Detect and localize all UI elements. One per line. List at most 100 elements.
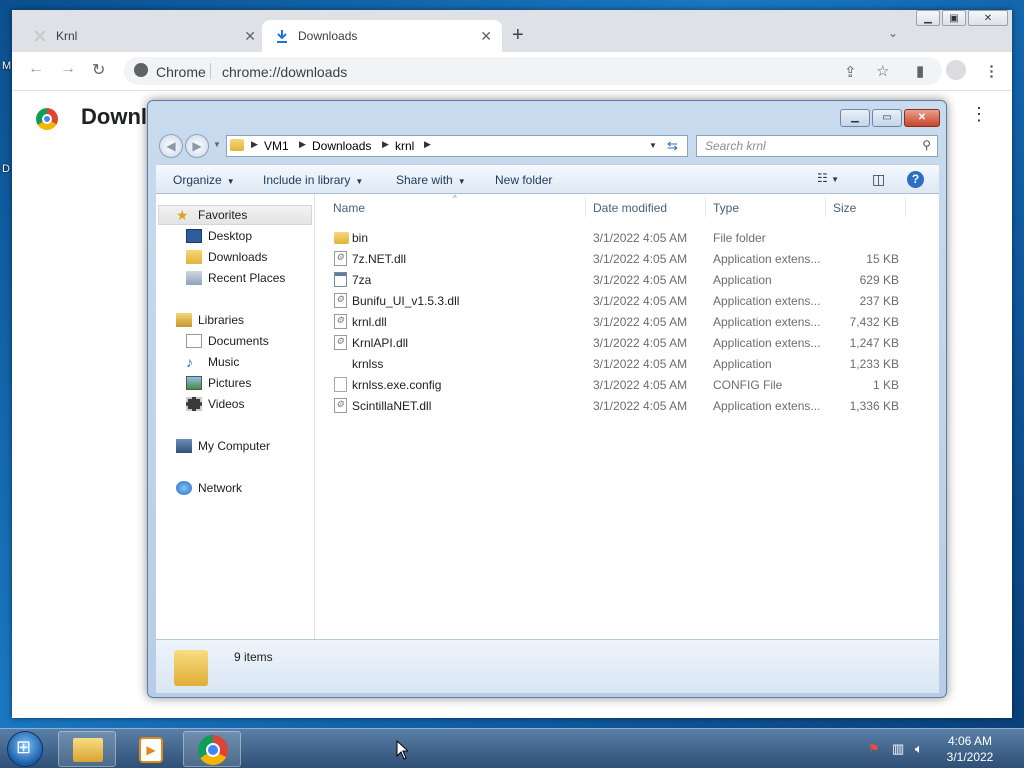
omnibox[interactable]: Chrome chrome://downloads ⇪ ☆ bbox=[124, 57, 942, 85]
back-icon[interactable]: ◀ bbox=[159, 134, 183, 158]
dll-file-icon bbox=[334, 398, 347, 413]
close-tab-icon[interactable]: ✕ bbox=[480, 28, 492, 45]
tab-search-icon[interactable]: ⌄ bbox=[888, 26, 898, 40]
file-row[interactable]: krnlss 3/1/2022 4:05 AM Application 1,23… bbox=[315, 353, 939, 374]
breadcrumb[interactable]: Downloads bbox=[312, 139, 371, 153]
new-folder-button[interactable]: New folder bbox=[495, 173, 552, 187]
file-row[interactable]: Bunifu_UI_v1.5.3.dll 3/1/2022 4:05 AM Ap… bbox=[315, 290, 939, 311]
omnibox-separator bbox=[210, 63, 211, 79]
menu-icon[interactable]: ⋮ bbox=[984, 62, 999, 80]
volume-icon[interactable]: 🔈︎ bbox=[915, 741, 923, 757]
nav-music[interactable]: ♪ Music bbox=[186, 352, 239, 372]
nav-my-computer[interactable]: My Computer bbox=[176, 436, 270, 456]
column-header-date[interactable]: Date modified bbox=[593, 201, 667, 215]
recent-pages-icon[interactable]: ▼ bbox=[213, 140, 221, 149]
taskbar-explorer-button[interactable] bbox=[58, 731, 116, 767]
clock[interactable]: 4:06 AM 3/1/2022 bbox=[940, 733, 1000, 765]
chrome-icon bbox=[198, 735, 228, 765]
tab-krnl[interactable]: Krnl ✕ bbox=[20, 20, 266, 52]
search-input[interactable]: Search krnl ⚲ bbox=[696, 135, 938, 157]
nav-label: Pictures bbox=[208, 376, 252, 390]
close-window-button[interactable]: ✕ bbox=[904, 109, 940, 127]
nav-documents[interactable]: Documents bbox=[186, 331, 269, 351]
nav-favorites[interactable]: ★ Favorites bbox=[176, 205, 247, 225]
nav-downloads[interactable]: Downloads bbox=[186, 247, 267, 267]
forward-icon[interactable]: → bbox=[60, 60, 76, 78]
chevron-right-icon[interactable]: ▶ bbox=[251, 139, 258, 150]
column-separator[interactable] bbox=[905, 197, 906, 217]
view-options-icon[interactable]: ☷ ▼ bbox=[817, 171, 839, 185]
tab-downloads[interactable]: Downloads ✕ bbox=[262, 20, 502, 52]
new-tab-button[interactable]: + bbox=[512, 24, 524, 47]
nav-videos[interactable]: Videos bbox=[186, 394, 244, 414]
column-header-name[interactable]: Name bbox=[333, 201, 365, 215]
desktop-label: D bbox=[2, 163, 10, 175]
downloads-menu-icon[interactable]: ⋮ bbox=[970, 104, 988, 125]
file-row[interactable]: krnlss.exe.config 3/1/2022 4:05 AM CONFI… bbox=[315, 374, 939, 395]
nav-pictures[interactable]: Pictures bbox=[186, 373, 251, 393]
chevron-right-icon[interactable]: ▶ bbox=[299, 139, 306, 150]
address-bar[interactable]: ▶ VM1 ▶ Downloads ▶ krnl ▶ ▼ ⇆ bbox=[226, 135, 688, 157]
file-row[interactable]: bin 3/1/2022 4:05 AM File folder bbox=[315, 227, 939, 248]
share-with-button[interactable]: Share with ▼ bbox=[396, 173, 466, 187]
command-label: Organize bbox=[173, 173, 222, 187]
file-row[interactable]: KrnlAPI.dll 3/1/2022 4:05 AM Application… bbox=[315, 332, 939, 353]
minimize-button[interactable]: ▁ bbox=[840, 109, 870, 127]
close-window-button[interactable]: ✕ bbox=[968, 10, 1008, 26]
column-separator[interactable] bbox=[825, 197, 826, 217]
maximize-button[interactable]: ▣ bbox=[942, 10, 966, 26]
profile-icon[interactable] bbox=[946, 60, 966, 80]
chrome-site-icon bbox=[134, 63, 148, 77]
column-header-size[interactable]: Size bbox=[833, 201, 856, 215]
help-icon[interactable]: ? bbox=[907, 171, 924, 188]
file-name: krnlss bbox=[352, 357, 384, 371]
column-separator[interactable] bbox=[585, 197, 586, 217]
include-in-library-button[interactable]: Include in library ▼ bbox=[263, 173, 363, 187]
minimize-button[interactable]: ▁ bbox=[916, 10, 940, 26]
file-row[interactable]: 7z.NET.dll 3/1/2022 4:05 AM Application … bbox=[315, 248, 939, 269]
file-date: 3/1/2022 4:05 AM bbox=[593, 336, 688, 350]
file-row[interactable]: krnl.dll 3/1/2022 4:05 AM Application ex… bbox=[315, 311, 939, 332]
file-name: 7za bbox=[352, 273, 372, 287]
chevron-right-icon[interactable]: ▶ bbox=[382, 139, 389, 150]
nav-label: Desktop bbox=[208, 229, 253, 243]
reload-icon[interactable]: ↻ bbox=[92, 60, 105, 80]
file-date: 3/1/2022 4:05 AM bbox=[593, 252, 688, 266]
network-tray-icon[interactable]: ▥ bbox=[892, 741, 904, 757]
breadcrumb[interactable]: krnl bbox=[395, 139, 414, 153]
maximize-button[interactable]: ▭ bbox=[872, 109, 902, 127]
nav-label: Favorites bbox=[198, 208, 248, 222]
breadcrumb[interactable]: VM1 bbox=[264, 139, 289, 153]
organize-button[interactable]: Organize ▼ bbox=[173, 173, 235, 187]
preview-pane-icon[interactable]: ◫ bbox=[872, 171, 885, 188]
file-row[interactable]: 7za 3/1/2022 4:05 AM Application 629 KB bbox=[315, 269, 939, 290]
nav-libraries[interactable]: Libraries bbox=[176, 310, 244, 330]
nav-label: Recent Places bbox=[208, 271, 286, 285]
column-header-type[interactable]: Type bbox=[713, 201, 739, 215]
libraries-icon bbox=[176, 313, 192, 327]
omnibox-url[interactable]: chrome://downloads bbox=[222, 64, 347, 80]
file-type: File folder bbox=[713, 231, 766, 245]
side-panel-icon[interactable]: ▮ bbox=[916, 62, 924, 80]
nav-desktop[interactable]: Desktop bbox=[186, 226, 252, 246]
column-separator[interactable] bbox=[705, 197, 706, 217]
close-tab-icon[interactable]: ✕ bbox=[244, 28, 256, 45]
chevron-right-icon[interactable]: ▶ bbox=[424, 139, 431, 150]
refresh-icon[interactable]: ⇆ bbox=[667, 138, 678, 154]
nav-recent-places[interactable]: Recent Places bbox=[186, 268, 285, 288]
forward-icon[interactable]: ▶ bbox=[185, 134, 209, 158]
taskbar-chrome-button[interactable] bbox=[183, 731, 241, 767]
start-button[interactable] bbox=[7, 731, 43, 767]
nav-network[interactable]: Network bbox=[176, 478, 242, 498]
star-icon[interactable]: ☆ bbox=[876, 62, 889, 80]
file-row[interactable]: ScintillaNET.dll 3/1/2022 4:05 AM Applic… bbox=[315, 395, 939, 416]
taskbar-media-player-button[interactable]: ▶ bbox=[120, 731, 178, 767]
back-icon[interactable]: ← bbox=[28, 60, 44, 78]
share-icon[interactable]: ⇪ bbox=[844, 63, 857, 81]
network-icon bbox=[176, 481, 192, 495]
action-center-icon[interactable]: ⚑ bbox=[868, 741, 880, 757]
file-size: 1,247 KB bbox=[849, 336, 899, 350]
chevron-down-icon[interactable]: ▼ bbox=[649, 141, 657, 150]
nav-label: Network bbox=[198, 481, 243, 495]
file-type: Application extens... bbox=[713, 336, 821, 350]
